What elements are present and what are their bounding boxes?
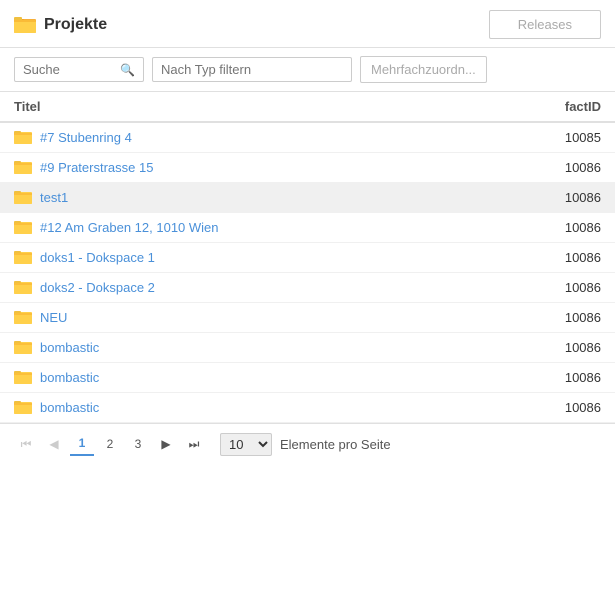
pagination: ⏮ ◀ 1 2 3 ▶ ⏭ 102550100 Elemente pro Sei… xyxy=(0,423,615,464)
row-title-cell: bombastic xyxy=(14,400,541,415)
row-title-link[interactable]: bombastic xyxy=(40,340,99,355)
pagination-page-3[interactable]: 3 xyxy=(126,432,150,456)
row-title-cell: test1 xyxy=(14,190,541,205)
folder-icon-row xyxy=(14,370,32,385)
row-factid-cell: 10086 xyxy=(541,220,601,235)
row-title-link[interactable]: bombastic xyxy=(40,370,99,385)
folder-icon-row xyxy=(14,190,32,205)
table-row[interactable]: doks2 - Dokspace 2 10086 xyxy=(0,273,615,303)
row-factid-cell: 10086 xyxy=(541,400,601,415)
row-title-link[interactable]: doks2 - Dokspace 2 xyxy=(40,280,155,295)
row-title-cell: #7 Stubenring 4 xyxy=(14,130,541,145)
folder-icon-row xyxy=(14,280,32,295)
first-icon: ⏮ xyxy=(21,437,32,452)
folder-icon-row xyxy=(14,130,32,145)
search-icon: 🔍 xyxy=(120,63,135,77)
row-title-cell: NEU xyxy=(14,310,541,325)
pagination-page-1[interactable]: 1 xyxy=(70,432,94,456)
row-title-cell: #9 Praterstrasse 15 xyxy=(14,160,541,175)
table-row[interactable]: #9 Praterstrasse 15 10086 xyxy=(0,153,615,183)
search-input[interactable] xyxy=(23,62,116,77)
search-box[interactable]: 🔍 xyxy=(14,57,144,82)
multi-assign-button[interactable]: Mehrfachzuordn... xyxy=(360,56,487,83)
folder-icon-row xyxy=(14,160,32,175)
pagination-first-button[interactable]: ⏮ xyxy=(14,432,38,456)
row-factid-cell: 10086 xyxy=(541,160,601,175)
filter-input[interactable] xyxy=(161,62,343,77)
pagination-last-button[interactable]: ⏭ xyxy=(182,432,206,456)
row-factid-cell: 10086 xyxy=(541,310,601,325)
row-title-cell: doks2 - Dokspace 2 xyxy=(14,280,541,295)
per-page-select: 102550100 Elemente pro Seite xyxy=(220,433,391,456)
row-factid-cell: 10086 xyxy=(541,370,601,385)
last-icon: ⏭ xyxy=(189,437,200,452)
row-title-link[interactable]: #9 Praterstrasse 15 xyxy=(40,160,153,175)
toolbar: 🔍 Mehrfachzuordn... xyxy=(0,48,615,92)
page-title: Projekte xyxy=(44,16,107,34)
table-row[interactable]: bombastic 10086 xyxy=(0,363,615,393)
folder-icon-row xyxy=(14,340,32,355)
row-factid-cell: 10086 xyxy=(541,340,601,355)
row-title-link[interactable]: #7 Stubenring 4 xyxy=(40,130,132,145)
row-factid-cell: 10086 xyxy=(541,250,601,265)
row-title-link[interactable]: test1 xyxy=(40,190,68,205)
per-page-dropdown[interactable]: 102550100 xyxy=(220,433,272,456)
table-row[interactable]: bombastic 10086 xyxy=(0,333,615,363)
folder-icon-row xyxy=(14,400,32,415)
col-title-header: Titel xyxy=(14,99,541,114)
row-title-link[interactable]: NEU xyxy=(40,310,67,325)
col-factid-header: factID xyxy=(541,99,601,114)
table-row[interactable]: test1 10086 xyxy=(0,183,615,213)
row-title-cell: bombastic xyxy=(14,370,541,385)
row-factid-cell: 10086 xyxy=(541,190,601,205)
per-page-label: Elemente pro Seite xyxy=(280,437,391,452)
row-title-cell: #12 Am Graben 12, 1010 Wien xyxy=(14,220,541,235)
table-row[interactable]: bombastic 10086 xyxy=(0,393,615,423)
folder-icon-row xyxy=(14,250,32,265)
table-row[interactable]: NEU 10086 xyxy=(0,303,615,333)
table-body: #7 Stubenring 4 10085 #9 Praterstrasse 1… xyxy=(0,123,615,423)
table-row[interactable]: #12 Am Graben 12, 1010 Wien 10086 xyxy=(0,213,615,243)
row-title-link[interactable]: doks1 - Dokspace 1 xyxy=(40,250,155,265)
next-icon: ▶ xyxy=(161,437,170,451)
table-header: Titel factID xyxy=(0,92,615,123)
folder-icon-row xyxy=(14,310,32,325)
page-title-area: Projekte xyxy=(14,16,107,34)
row-title-link[interactable]: #12 Am Graben 12, 1010 Wien xyxy=(40,220,219,235)
pagination-page-2[interactable]: 2 xyxy=(98,432,122,456)
row-title-cell: bombastic xyxy=(14,340,541,355)
prev-icon: ◀ xyxy=(49,437,58,451)
table-row[interactable]: #7 Stubenring 4 10085 xyxy=(0,123,615,153)
table-row[interactable]: doks1 - Dokspace 1 10086 xyxy=(0,243,615,273)
pagination-prev-button[interactable]: ◀ xyxy=(42,432,66,456)
folder-icon-row xyxy=(14,220,32,235)
releases-button[interactable]: Releases xyxy=(489,10,601,39)
row-title-cell: doks1 - Dokspace 1 xyxy=(14,250,541,265)
folder-icon-header xyxy=(14,16,36,34)
filter-box[interactable] xyxy=(152,57,352,82)
row-factid-cell: 10086 xyxy=(541,280,601,295)
pagination-next-button[interactable]: ▶ xyxy=(154,432,178,456)
row-factid-cell: 10085 xyxy=(541,130,601,145)
header: Projekte Releases xyxy=(0,0,615,48)
row-title-link[interactable]: bombastic xyxy=(40,400,99,415)
